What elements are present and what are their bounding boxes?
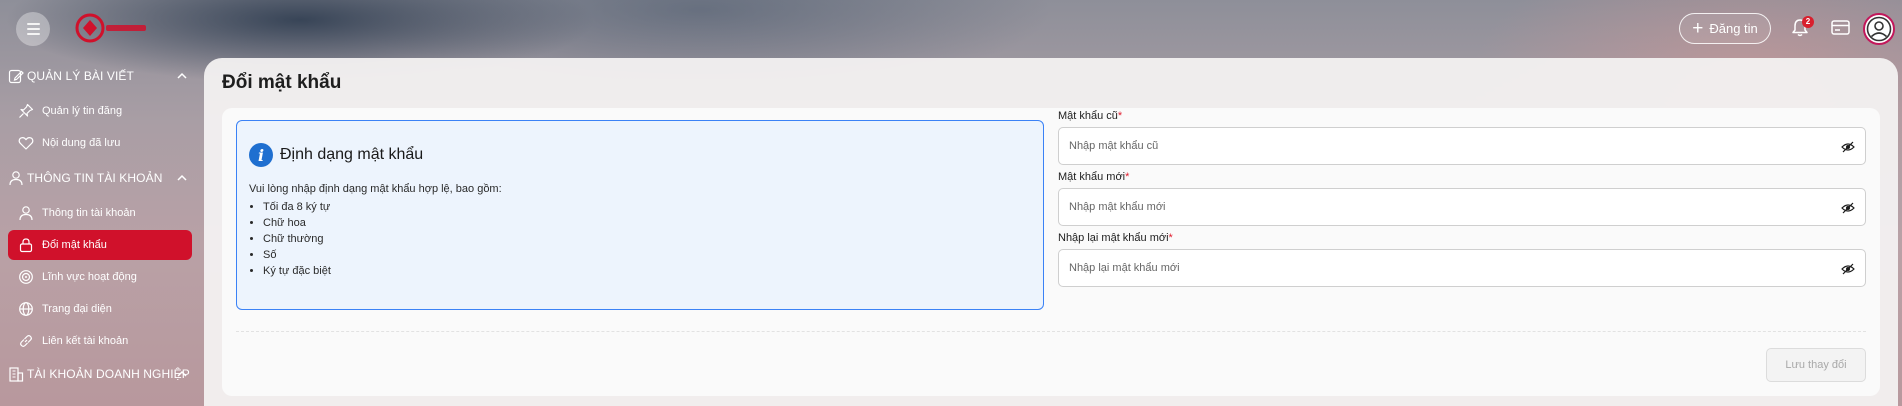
save-changes-button[interactable]: Lưu thay đổi: [1766, 348, 1866, 382]
password-rules-list: Tối đa 8 ký tự Chữ hoa Chữ thường Số Ký …: [263, 199, 331, 279]
chevron-up-icon: [177, 72, 187, 79]
sidebar-item-label: Thông tin tài khoản: [42, 207, 136, 219]
confirm-password-input-wrap: [1058, 249, 1866, 287]
password-rule: Chữ hoa: [263, 215, 331, 231]
new-password-input-wrap: [1058, 188, 1866, 226]
heart-icon: [18, 137, 34, 150]
sidebar-item-account-info[interactable]: Thông tin tài khoản: [8, 198, 192, 228]
menu-icon-bar: [26, 33, 40, 35]
old-password-input-wrap: [1058, 127, 1866, 165]
user-icon: [9, 171, 23, 186]
eye-off-icon[interactable]: [1841, 201, 1855, 215]
card-icon[interactable]: [1830, 18, 1852, 38]
info-icon: i: [249, 143, 273, 167]
sidebar-item-label: Quản lý tin đăng: [42, 105, 123, 117]
target-icon: [19, 270, 33, 284]
sidebar-item-change-password[interactable]: Đổi mật khẩu: [8, 230, 192, 260]
new-password-input[interactable]: [1069, 201, 1829, 213]
chevron-up-icon: [177, 370, 187, 377]
required-asterisk: *: [1125, 171, 1130, 183]
lock-icon: [19, 238, 33, 253]
link-icon: [20, 335, 32, 347]
field-label-text: Mật khẩu mới: [1058, 171, 1126, 183]
sidebar-item-label: Nội dung đã lưu: [42, 137, 121, 149]
sidebar-section-account[interactable]: THÔNG TIN TÀI KHOẢN: [8, 164, 194, 192]
main-panel: Đổi mật khẩu i Định dạng mật khẩu Vui lò…: [204, 58, 1898, 406]
logo[interactable]: [74, 10, 154, 46]
pin-icon: [19, 103, 34, 118]
edit-icon: [8, 69, 24, 84]
confirm-password-input[interactable]: [1069, 262, 1829, 274]
sidebar-item-manage-posts[interactable]: Quản lý tin đăng: [8, 96, 192, 126]
menu-icon-bar: [26, 23, 40, 25]
sidebar-section-business[interactable]: TÀI KHOẢN DOANH NGHIỆP: [8, 360, 194, 388]
sidebar-section-label: THÔNG TIN TÀI KHOẢN: [27, 171, 163, 185]
required-asterisk: *: [1117, 110, 1123, 122]
sidebar-section-label: TÀI KHOẢN DOANH NGHIỆP: [27, 367, 190, 381]
info-header: i Định dạng mật khẩu: [249, 143, 423, 167]
notification-badge: 2: [1802, 16, 1814, 28]
sidebar-item-label: Liên kết tài khoản: [42, 335, 129, 347]
building-icon: [9, 367, 24, 382]
divider: [236, 331, 1866, 332]
confirm-password-field: Nhập lại mật khẩu mới*: [1058, 232, 1866, 287]
password-format-info-box: i Định dạng mật khẩu Vui lòng nhập định …: [236, 120, 1044, 310]
post-listing-label: Đăng tin: [1709, 21, 1758, 36]
old-password-label: Mật khẩu cũ*: [1058, 110, 1866, 124]
sidebar-item-linked-accounts[interactable]: Liên kết tài khoản: [8, 326, 192, 356]
eye-off-icon[interactable]: [1841, 262, 1855, 276]
sidebar-item-saved-content[interactable]: Nội dung đã lưu: [8, 128, 192, 158]
old-password-input[interactable]: [1069, 140, 1829, 152]
menu-button[interactable]: [16, 12, 50, 46]
sidebar: QUẢN LÝ BÀI VIẾT Quản lý tin đăng Nội du…: [0, 58, 200, 406]
new-password-field: Mật khẩu mới*: [1058, 171, 1866, 226]
field-label-text: Mật khẩu cũ: [1058, 110, 1118, 122]
page-title: Đổi mật khẩu: [222, 72, 342, 93]
new-password-label: Mật khẩu mới*: [1058, 171, 1866, 185]
sidebar-item-label: Đổi mật khẩu: [42, 239, 107, 251]
field-label-text: Nhập lại mật khẩu mới: [1058, 232, 1169, 244]
user-icon: [19, 206, 33, 221]
info-intro: Vui lòng nhập định dạng mật khẩu hợp lệ,…: [249, 183, 502, 195]
sidebar-item-fields-of-activity[interactable]: Lĩnh vực hoạt động: [8, 262, 192, 292]
eye-off-icon[interactable]: [1841, 140, 1855, 154]
user-icon: [1866, 16, 1892, 42]
sidebar-item-representative-page[interactable]: Trang đại diện: [8, 294, 192, 324]
confirm-password-label: Nhập lại mật khẩu mới*: [1058, 232, 1866, 246]
globe-icon: [19, 302, 33, 316]
change-password-card: i Định dạng mật khẩu Vui lòng nhập định …: [222, 108, 1880, 396]
plus-icon: +: [1692, 18, 1704, 39]
user-avatar[interactable]: [1863, 13, 1895, 45]
old-password-field: Mật khẩu cũ*: [1058, 110, 1866, 165]
required-asterisk: *: [1168, 232, 1173, 244]
menu-icon-bar: [26, 28, 40, 30]
sidebar-section-posts[interactable]: QUẢN LÝ BÀI VIẾT: [8, 62, 194, 90]
info-title: Định dạng mật khẩu: [280, 146, 424, 163]
password-rule: Số: [263, 247, 331, 263]
sidebar-item-label: Trang đại diện: [42, 303, 112, 315]
password-rule: Chữ thường: [263, 231, 331, 247]
sidebar-item-label: Lĩnh vực hoạt động: [42, 271, 137, 283]
post-listing-button[interactable]: + Đăng tin: [1679, 13, 1771, 44]
password-rule: Ký tự đặc biệt: [263, 263, 331, 279]
chevron-up-icon: [177, 174, 187, 181]
password-rule: Tối đa 8 ký tự: [263, 199, 331, 215]
sidebar-section-label: QUẢN LÝ BÀI VIẾT: [27, 69, 134, 83]
